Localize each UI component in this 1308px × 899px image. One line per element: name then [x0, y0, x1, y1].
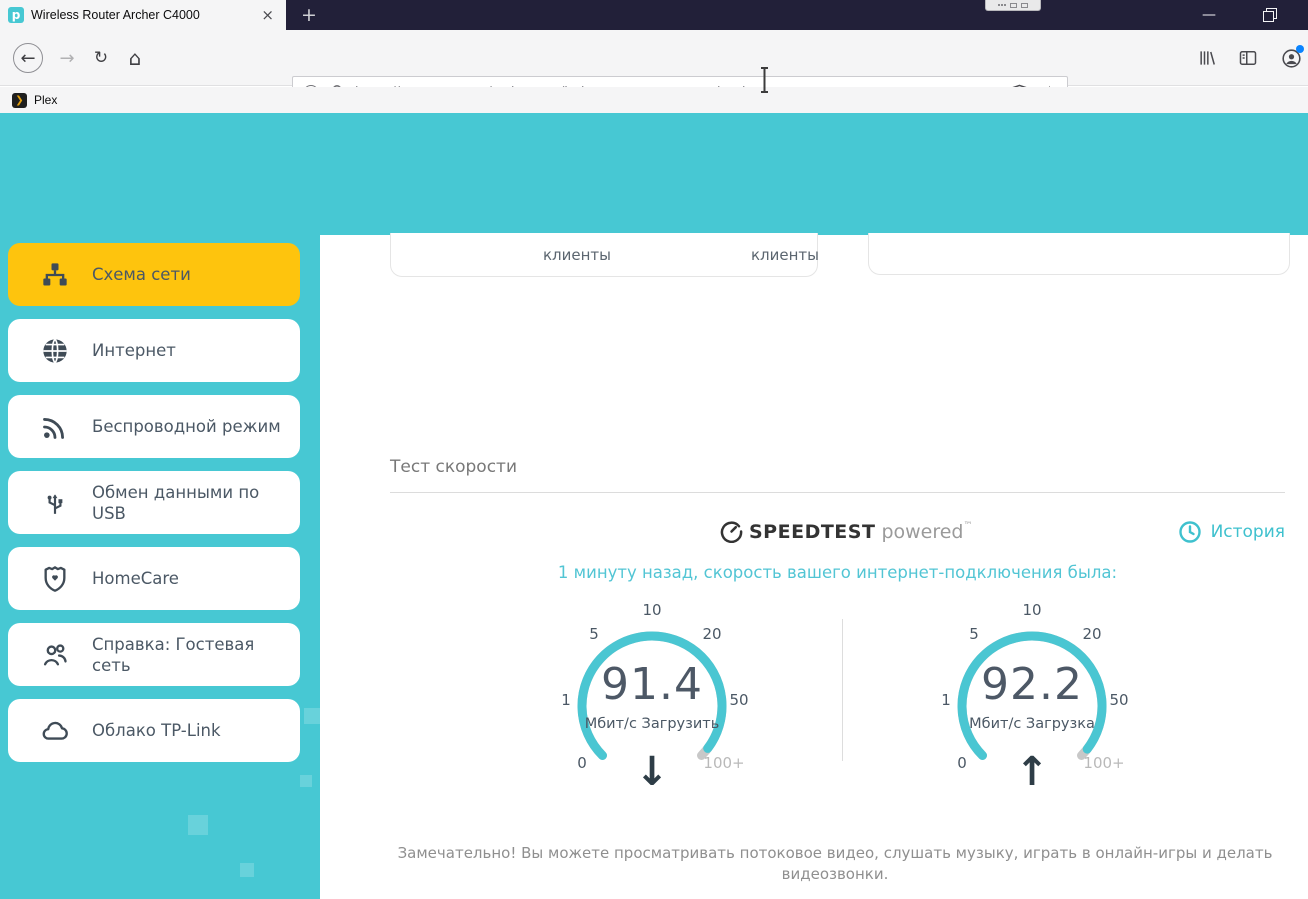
- browser-tab[interactable]: p Wireless Router Archer C4000 ×: [0, 0, 286, 30]
- sidebar-item-internet[interactable]: Интернет: [8, 319, 300, 382]
- upload-gauge: 0 1 5 10 20 50 100+ 92.2 Мбит/с Загрузка…: [932, 601, 1132, 811]
- back-button[interactable]: ←: [13, 43, 43, 73]
- globe-icon: [40, 336, 70, 366]
- bookmarks-bar: ❯ Plex: [0, 87, 1308, 113]
- sidebar-item-label: Обмен данными по USB: [92, 482, 290, 524]
- scale-tick: 20: [1082, 625, 1101, 643]
- sidebar-item-homecare[interactable]: HomeCare: [8, 547, 300, 610]
- gauges: 0 1 5 10 20 50 100+ 91.4 Мбит/с Загрузит…: [390, 601, 1285, 816]
- guests-icon: [40, 640, 70, 670]
- upload-unit-label: Мбит/с Загрузка: [932, 716, 1132, 732]
- shield-heart-icon: [40, 564, 70, 594]
- account-icon[interactable]: [1276, 43, 1306, 73]
- browser-toolbar: ← → ↻ ⌂ i https://192.168.99.1/webpages/…: [0, 30, 1308, 86]
- sidebar-item-label: Схема сети: [92, 264, 191, 285]
- scale-tick: 10: [642, 601, 661, 619]
- decorative-square: [304, 708, 320, 724]
- sidebar-item-label: Интернет: [92, 340, 176, 361]
- clients-card: клиенты клиенты: [390, 233, 818, 277]
- section-divider: [390, 492, 1285, 493]
- wifi-icon: [40, 412, 70, 442]
- overlay-widget: [985, 0, 1041, 11]
- network-icon: [40, 260, 70, 290]
- tplink-favicon: p: [8, 7, 24, 23]
- history-label: История: [1211, 522, 1285, 542]
- browser-tab-bar: p Wireless Router Archer C4000 × + —: [0, 0, 1308, 30]
- speedtest-subtitle: 1 минуту назад, скорость вашего интернет…: [390, 563, 1285, 582]
- decorative-square: [188, 815, 208, 835]
- speedtest-result-text: Замечательно! Вы можете просматривать по…: [380, 843, 1290, 885]
- sidebar-item-label: Беспроводной режим: [92, 416, 281, 437]
- window-restore-button[interactable]: [1252, 0, 1286, 30]
- library-icon[interactable]: [1192, 43, 1222, 73]
- cloud-icon: [40, 716, 70, 746]
- scale-tick: 5: [969, 625, 979, 643]
- sidebar-item-guest-network[interactable]: Справка: Гостевая сеть: [8, 623, 300, 686]
- upload-arrow-icon: ↑: [932, 749, 1132, 795]
- sidebar: Схема сети Интернет Беспроводной режим О…: [0, 235, 320, 899]
- sidebar-item-label: Справка: Гостевая сеть: [92, 634, 290, 676]
- new-tab-button[interactable]: +: [296, 2, 322, 28]
- main-content: клиенты клиенты Тест скорости SPEEDTEST …: [320, 235, 1308, 899]
- download-gauge: 0 1 5 10 20 50 100+ 91.4 Мбит/с Загрузит…: [552, 601, 752, 811]
- sidebar-item-label: Облако TP-Link: [92, 720, 221, 741]
- sidebar-item-tplink-cloud[interactable]: Облако TP-Link: [8, 699, 300, 762]
- gauge-divider: [842, 619, 843, 761]
- clock-icon: [1178, 520, 1202, 544]
- screen: p Wireless Router Archer C4000 × + — ← →…: [0, 0, 1308, 899]
- account-notification-dot: [1296, 45, 1304, 53]
- sidebar-item-usb-sharing[interactable]: Обмен данными по USB: [8, 471, 300, 534]
- scale-tick: 10: [1022, 601, 1041, 619]
- clients-label: клиенты: [751, 246, 819, 264]
- trademark-symbol: ™: [964, 521, 973, 531]
- speedtest-logo: SPEEDTEST powered™: [720, 520, 973, 543]
- decorative-square: [300, 775, 312, 787]
- plex-bookmark-icon: ❯: [12, 93, 27, 108]
- home-button[interactable]: ⌂: [120, 43, 150, 73]
- decorative-square: [240, 863, 254, 877]
- upload-value: 92.2: [932, 659, 1132, 710]
- tab-close-icon[interactable]: ×: [257, 6, 278, 24]
- browser-tab-title: Wireless Router Archer C4000: [31, 8, 250, 22]
- sidebar-item-wireless[interactable]: Беспроводной режим: [8, 395, 300, 458]
- speedtest-brand: SPEEDTEST: [749, 521, 875, 543]
- download-unit-label: Мбит/с Загрузить: [552, 716, 752, 732]
- speedtest-gauge-icon: [720, 520, 743, 543]
- scale-tick: 20: [702, 625, 721, 643]
- section-title: Тест скорости: [390, 457, 517, 477]
- scale-tick: 5: [589, 625, 599, 643]
- reload-button[interactable]: ↻: [86, 43, 116, 73]
- history-link[interactable]: История: [1178, 520, 1285, 544]
- status-card: [868, 233, 1290, 275]
- speedtest-powered: powered™: [881, 521, 972, 543]
- forward-button[interactable]: →: [52, 43, 82, 73]
- clients-label: клиенты: [543, 246, 611, 264]
- window-minimize-button[interactable]: —: [1192, 0, 1226, 30]
- restore-icon: [1264, 10, 1274, 20]
- usb-icon: [40, 488, 70, 518]
- download-arrow-icon: ↓: [552, 749, 752, 795]
- sidebar-item-network-map[interactable]: Схема сети: [8, 243, 300, 306]
- router-header: tp-link Быстрая настройка Базовая настро…: [0, 113, 1308, 235]
- download-value: 91.4: [552, 659, 752, 710]
- sidebar-item-label: HomeCare: [92, 568, 179, 589]
- plex-bookmark[interactable]: Plex: [34, 93, 57, 107]
- sidebars-icon[interactable]: [1233, 43, 1263, 73]
